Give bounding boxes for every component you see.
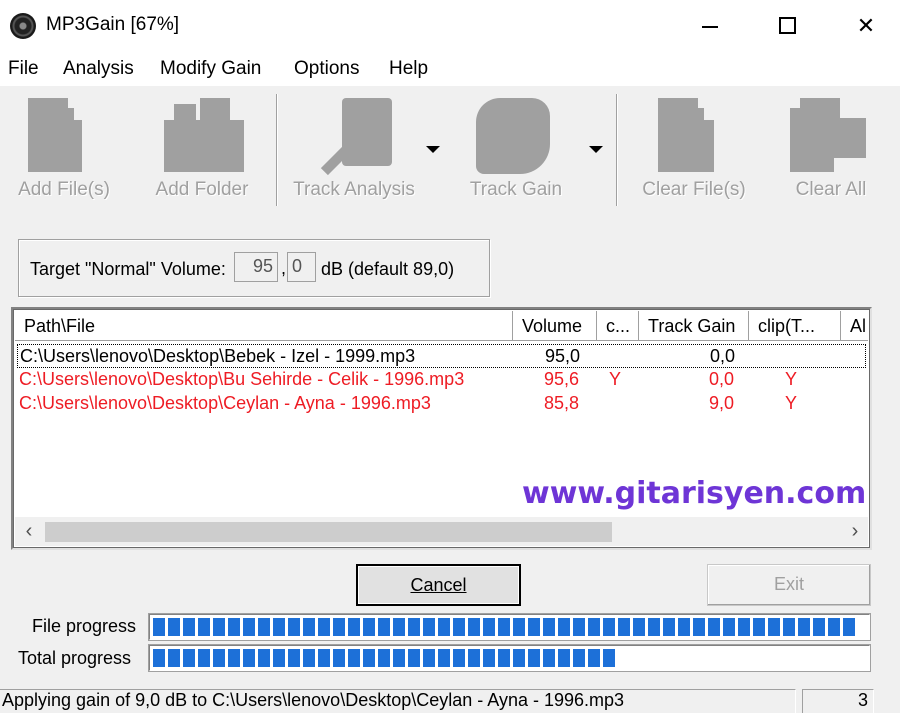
cell-volume: 95,6 [544, 369, 580, 389]
column-track-gain[interactable]: Track Gain [639, 311, 749, 341]
menu-help[interactable]: Help [389, 58, 428, 80]
column-clipping[interactable]: c... [597, 311, 639, 341]
cell-clip-track: Y [785, 369, 798, 389]
cell-track-gain: 0,0 [710, 346, 736, 366]
close-icon: ✕ [856, 13, 876, 38]
horizontal-scrollbar[interactable]: ‹ › [15, 517, 868, 546]
clear-all-icon [790, 98, 870, 176]
table-row[interactable]: C:\Users\lenovo\Desktop\Bebek - Izel - 1… [17, 344, 866, 368]
file-list[interactable]: Path\File Volume c... Track Gain clip(T.… [11, 307, 872, 550]
decimal-separator: , [281, 258, 287, 278]
column-path-file[interactable]: Path\File [15, 311, 513, 341]
column-volume[interactable]: Volume [513, 311, 597, 341]
cell-path: C:\Users\lenovo\Desktop\Bebek - Izel - 1… [20, 346, 416, 366]
close-button[interactable]: ✕ [836, 8, 896, 44]
cell-volume: 85,8 [544, 393, 580, 413]
table-row[interactable]: C:\Users\lenovo\Desktop\Ceylan - Ayna - … [17, 392, 866, 416]
minimize-icon [702, 26, 718, 28]
scrollbar-thumb[interactable] [45, 522, 612, 542]
menu-analysis[interactable]: Analysis [63, 58, 134, 80]
track-gain-button[interactable]: Track Gain [456, 86, 576, 214]
table-row[interactable]: C:\Users\lenovo\Desktop\Bu Sehirde - Cel… [17, 368, 866, 392]
cell-track-gain: 9,0 [709, 393, 735, 413]
app-icon [10, 13, 36, 39]
target-volume-unit: dB (default 89,0) [321, 259, 455, 279]
target-volume-group: Target "Normal" Volume: 95 , 0 dB (defau… [18, 239, 490, 297]
status-count: 3 [802, 689, 874, 713]
scroll-right-icon[interactable]: › [845, 521, 865, 541]
column-clip-track[interactable]: clip(T... [749, 311, 841, 341]
menu-file[interactable]: File [8, 58, 39, 80]
menu-modify-gain[interactable]: Modify Gain [160, 58, 261, 80]
cell-path: C:\Users\lenovo\Desktop\Bu Sehirde - Cel… [19, 369, 465, 389]
add-files-button[interactable]: Add File(s) [6, 86, 122, 214]
watermark: www.gitarisyen.com [522, 476, 867, 511]
add-folder-icon [164, 98, 244, 176]
clear-all-button[interactable]: Clear All [776, 86, 886, 214]
cell-volume: 95,0 [545, 346, 581, 366]
toolbar-separator [276, 94, 278, 206]
column-album[interactable]: Al [841, 311, 868, 341]
exit-button[interactable]: Exit [707, 564, 871, 606]
minimize-button[interactable] [680, 8, 740, 44]
clear-files-button[interactable]: Clear File(s) [636, 86, 752, 214]
target-volume-integer-input[interactable]: 95 [234, 252, 278, 282]
magnifier-icon [316, 98, 396, 178]
cancel-button[interactable]: Cancel [356, 564, 521, 606]
track-analysis-label: Track Analysis [293, 179, 415, 200]
title-bar: MP3Gain [67%] ✕ [0, 0, 900, 52]
clear-file-icon [658, 98, 718, 176]
maximize-button[interactable] [758, 8, 818, 44]
menu-bar: File Analysis Modify Gain Options Help [0, 52, 900, 86]
total-progress-bar [148, 644, 871, 672]
file-progress-label: File progress [32, 616, 137, 636]
track-analysis-dropdown-icon[interactable] [426, 146, 440, 153]
add-files-label: Add File(s) [18, 179, 110, 200]
target-volume-label: Target "Normal" Volume: [30, 259, 226, 279]
clear-all-label: Clear All [795, 179, 867, 200]
scroll-left-icon[interactable]: ‹ [19, 521, 39, 541]
cell-track-gain: 0,0 [709, 369, 735, 389]
maximize-icon [779, 17, 796, 34]
total-progress-label: Total progress [18, 648, 132, 668]
add-folder-label: Add Folder [155, 179, 249, 200]
track-analysis-button[interactable]: Track Analysis [286, 86, 422, 214]
add-folder-button[interactable]: Add Folder [142, 86, 262, 214]
total-progress-fill [153, 649, 615, 667]
cell-path: C:\Users\lenovo\Desktop\Ceylan - Ayna - … [19, 393, 431, 413]
window-title: MP3Gain [67%] [46, 14, 180, 35]
toolbar-separator [616, 94, 618, 206]
file-list-header: Path\File Volume c... Track Gain clip(T.… [15, 311, 868, 341]
menu-options[interactable]: Options [294, 58, 359, 80]
track-gain-icon [476, 98, 560, 178]
clear-files-label: Clear File(s) [642, 179, 746, 200]
status-message: Applying gain of 9,0 dB to C:\Users\leno… [0, 689, 796, 713]
file-progress-fill [153, 618, 855, 636]
track-gain-label: Track Gain [469, 179, 563, 200]
target-volume-decimal-input[interactable]: 0 [287, 252, 316, 282]
track-gain-dropdown-icon[interactable] [589, 146, 603, 153]
file-progress-bar [148, 613, 871, 641]
status-bar: Applying gain of 9,0 dB to C:\Users\leno… [0, 687, 900, 713]
cell-clip-track: Y [785, 393, 798, 413]
cell-clipping: Y [609, 369, 622, 389]
add-file-icon [28, 98, 88, 176]
toolbar: Add File(s) Add Folder Track Analysis Tr… [0, 86, 900, 214]
